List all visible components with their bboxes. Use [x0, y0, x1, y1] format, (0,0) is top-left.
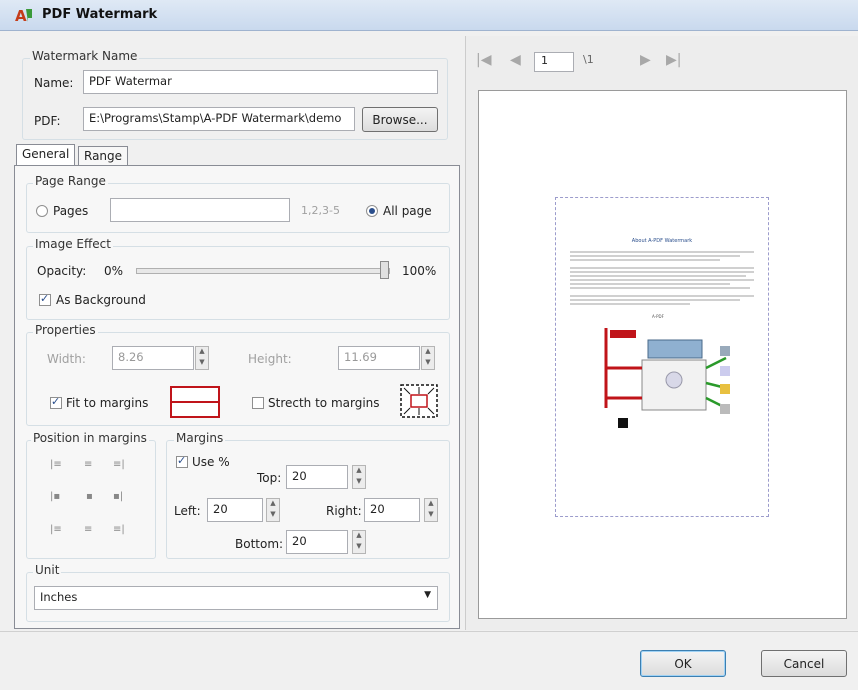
position-top-left[interactable]: |≡	[50, 459, 62, 470]
position-middle-center[interactable]: ▪	[86, 491, 93, 502]
opacity-slider-thumb[interactable]	[380, 261, 389, 279]
svg-text:A: A	[15, 7, 27, 24]
page-total: \1	[583, 53, 594, 66]
pages-input[interactable]	[110, 198, 290, 222]
top-margin-spinner[interactable]: ▲ ▼	[352, 465, 366, 489]
left-margin-label: Left:	[174, 504, 201, 518]
cancel-button[interactable]: Cancel	[761, 650, 847, 677]
all-pages-radio-label: All page	[383, 204, 432, 218]
fit-to-margins-label: Fit to margins	[66, 396, 149, 410]
height-label: Height:	[248, 352, 292, 366]
fit-to-margins-checkbox[interactable]	[50, 395, 62, 409]
top-margin-label: Top:	[257, 471, 282, 485]
chevron-down-icon: ▼	[424, 590, 431, 600]
unit-select-value: Inches	[40, 590, 78, 604]
window-title: PDF Watermark	[42, 7, 158, 22]
page-number-input[interactable]: 1	[534, 52, 574, 72]
left-margin-spinner[interactable]: ▲ ▼	[266, 498, 280, 522]
height-input[interactable]: 11.69	[338, 346, 420, 370]
document-heading: About A-PDF Watermark	[631, 238, 693, 244]
right-margin-label: Right:	[326, 504, 362, 518]
app-icon: A	[15, 7, 32, 24]
use-percent-label: Use %	[192, 455, 230, 469]
right-margin-input[interactable]: 20	[364, 498, 420, 522]
bottom-margin-input[interactable]: 20	[286, 530, 348, 554]
right-margin-spinner[interactable]: ▲ ▼	[424, 498, 438, 522]
pages-hint: 1,2,3-5	[301, 204, 340, 217]
opacity-slider-track[interactable]	[136, 268, 390, 274]
name-input[interactable]: PDF Watermar	[83, 70, 438, 94]
width-spinner[interactable]: ▲ ▼	[195, 346, 209, 370]
stretch-to-margins-label: Strecth to margins	[268, 396, 380, 410]
properties-group-label: Properties	[33, 323, 98, 337]
last-page-icon[interactable]: ▶|	[666, 52, 681, 68]
as-background-checkbox[interactable]	[39, 292, 51, 306]
dialog-footer	[0, 631, 858, 690]
tab-general[interactable]: General	[16, 144, 76, 166]
width-input[interactable]: 8.26	[112, 346, 194, 370]
first-page-icon[interactable]: |◀	[476, 52, 491, 68]
left-margin-input[interactable]: 20	[207, 498, 263, 522]
pages-radio[interactable]	[36, 205, 48, 217]
stretch-to-margins-checkbox[interactable]	[252, 397, 264, 409]
opacity-label: Opacity:	[37, 264, 87, 278]
width-label: Width:	[47, 352, 86, 366]
name-label: Name:	[34, 76, 74, 90]
position-top-right[interactable]: ≡|	[113, 459, 125, 470]
stretch-to-margins-icon	[400, 384, 438, 418]
opacity-min-label: 0%	[104, 264, 124, 278]
top-margin-input[interactable]: 20	[286, 465, 348, 489]
height-spinner[interactable]: ▲ ▼	[421, 346, 435, 370]
use-percent-checkbox[interactable]	[176, 454, 188, 468]
all-pages-radio[interactable]	[366, 205, 378, 217]
position-bottom-center[interactable]: ≡	[84, 524, 92, 535]
position-bottom-right[interactable]: ≡|	[113, 524, 125, 535]
position-bottom-left[interactable]: |≡	[50, 524, 62, 535]
image-effect-group	[26, 246, 450, 320]
previous-page-icon[interactable]: ◀	[510, 52, 521, 68]
pdf-path-input[interactable]: E:\Programs\Stamp\A-PDF Watermark\demo	[83, 107, 355, 131]
position-middle-right[interactable]: ▪|	[113, 491, 123, 502]
watermark-name-group-label: Watermark Name	[30, 49, 140, 63]
page-range-group-label: Page Range	[33, 174, 108, 188]
next-page-icon[interactable]: ▶	[640, 52, 651, 68]
fit-to-margins-icon	[170, 386, 220, 418]
bottom-margin-label: Bottom:	[235, 537, 284, 551]
position-top-center[interactable]: ≡	[84, 459, 92, 470]
pdf-label: PDF:	[34, 114, 61, 128]
opacity-max-label: 100%	[402, 264, 437, 278]
bottom-margin-spinner[interactable]: ▲ ▼	[352, 530, 366, 554]
document-content-image: A-PDF	[570, 251, 754, 428]
tab-range[interactable]: Range	[78, 146, 129, 166]
ok-button[interactable]: OK	[640, 650, 726, 677]
pages-radio-label: Pages	[53, 204, 89, 218]
svg-text:A-PDF: A-PDF	[652, 314, 665, 319]
browse-button[interactable]: Browse...	[362, 107, 438, 132]
position-group-label: Position in margins	[31, 431, 149, 445]
title-bar: A PDF Watermark	[0, 0, 858, 31]
unit-group-label: Unit	[33, 563, 62, 577]
as-background-label: As Background	[56, 293, 146, 307]
image-effect-group-label: Image Effect	[33, 237, 113, 251]
position-middle-left[interactable]: |▪	[50, 491, 60, 502]
margins-group-label: Margins	[174, 431, 226, 445]
unit-select[interactable]: Inches ▼	[34, 586, 438, 610]
watermark-document-preview: About A-PDF Watermark A-PDF	[555, 197, 769, 517]
